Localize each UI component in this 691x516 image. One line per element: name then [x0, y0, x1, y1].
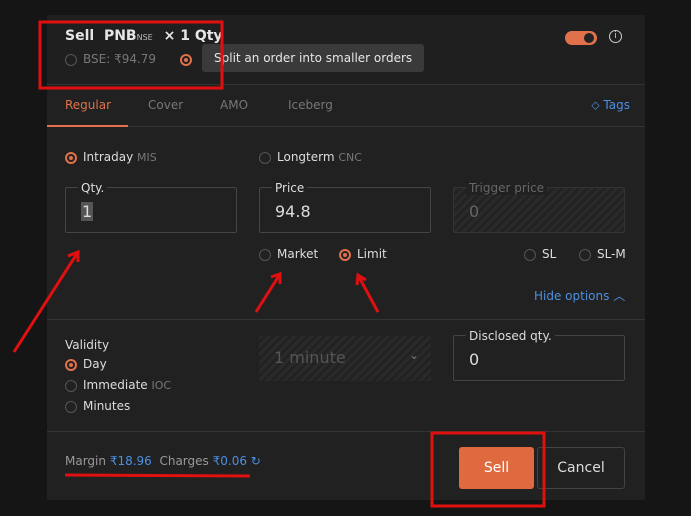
- radio-icon: [180, 53, 192, 66]
- tags-label: Tags: [603, 98, 630, 112]
- intraday-label: Intraday: [83, 150, 134, 164]
- tab-iceberg[interactable]: Iceberg: [288, 98, 333, 112]
- order-header: Sell PNBNSE × 1 Qty BSE: ₹94.79 Split an…: [47, 15, 645, 85]
- validity-minutes-radio[interactable]: Minutes: [65, 399, 130, 413]
- mis-label: MIS: [137, 151, 157, 164]
- action-label: Sell: [65, 28, 95, 44]
- charges-label: Charges: [159, 454, 209, 468]
- order-type-market-radio[interactable]: Market: [259, 247, 318, 261]
- margin-label: Margin: [65, 454, 106, 468]
- immediate-label: Immediate: [83, 378, 148, 392]
- bse-price: BSE: ₹94.79: [83, 52, 157, 66]
- disclosed-label: Disclosed qty.: [466, 329, 555, 343]
- symbol: PNB: [103, 28, 137, 44]
- longterm-label: Longterm: [277, 150, 335, 164]
- validity-label: Validity: [65, 338, 110, 352]
- radio-icon: [65, 400, 77, 413]
- margin-info: Margin ₹18.96 Charges ₹0.06 ↻: [65, 454, 261, 468]
- radio-icon: [524, 248, 536, 261]
- order-type-slm-radio[interactable]: SL-M: [579, 247, 626, 261]
- qty-label: Qty.: [78, 181, 108, 195]
- trigger-value: 0: [469, 202, 480, 221]
- minutes-select[interactable]: 1 minute ⌄: [259, 336, 431, 381]
- sell-button[interactable]: Sell: [459, 447, 534, 489]
- hide-options-label: Hide options: [534, 289, 610, 303]
- active-tab-indicator: [47, 125, 128, 127]
- sl-label: SL: [542, 247, 557, 261]
- price-label: Price: [272, 181, 308, 195]
- price-input[interactable]: Price 94.8: [259, 181, 431, 233]
- trigger-label: Trigger price: [466, 181, 548, 195]
- exchange-bse-radio[interactable]: BSE: ₹94.79: [65, 52, 156, 66]
- radio-icon: [65, 358, 77, 371]
- market-label: Market: [277, 247, 319, 261]
- refresh-icon[interactable]: ↻: [251, 454, 261, 468]
- limit-label: Limit: [357, 247, 387, 261]
- info-icon[interactable]: i: [609, 30, 622, 43]
- disclosed-value: 0: [469, 350, 480, 369]
- validity-immediate-radio[interactable]: Immediate IOC: [65, 378, 171, 392]
- tab-regular[interactable]: Regular: [65, 98, 111, 112]
- order-type-sl-radio[interactable]: SL: [524, 247, 556, 261]
- minutes-select-value: 1 minute: [274, 348, 346, 367]
- radio-icon: [65, 379, 77, 392]
- order-title: Sell PNBNSE × 1 Qty: [65, 28, 223, 44]
- radio-icon: [65, 151, 77, 164]
- qty-value: 1: [81, 202, 94, 221]
- validity-day-radio[interactable]: Day: [65, 357, 107, 371]
- exchange-tag: NSE: [136, 33, 153, 42]
- trigger-price-input[interactable]: Trigger price 0: [453, 181, 625, 233]
- cnc-label: CNC: [338, 151, 362, 164]
- charges-value[interactable]: ₹0.06: [213, 454, 247, 468]
- order-window: Sell PNBNSE × 1 Qty BSE: ₹94.79 Split an…: [47, 15, 645, 500]
- hide-options-link[interactable]: Hide options ︿: [534, 287, 625, 304]
- qty-input[interactable]: Qty. 1: [65, 181, 237, 233]
- radio-icon: [339, 248, 351, 261]
- product-longterm-radio[interactable]: Longterm CNC: [259, 150, 362, 164]
- order-type-limit-radio[interactable]: Limit: [339, 247, 387, 261]
- radio-icon: [259, 248, 271, 261]
- radio-icon: [259, 151, 271, 164]
- chevron-up-icon: ︿: [613, 289, 626, 303]
- cancel-button[interactable]: Cancel: [537, 447, 625, 489]
- chevron-down-icon: ⌄: [408, 348, 419, 362]
- ioc-label: IOC: [151, 379, 172, 392]
- tab-cover[interactable]: Cover: [148, 98, 183, 112]
- radio-icon: [65, 53, 77, 66]
- product-intraday-radio[interactable]: Intraday MIS: [65, 150, 157, 164]
- disclosed-qty-input[interactable]: Disclosed qty. 0: [453, 329, 625, 381]
- exchange-nse-radio[interactable]: [180, 52, 198, 66]
- buy-sell-toggle[interactable]: [565, 31, 597, 45]
- tab-amo[interactable]: AMO: [220, 98, 248, 112]
- tag-icon: ⬦: [591, 98, 600, 112]
- divider: [47, 319, 645, 320]
- tooltip: Split an order into smaller orders: [202, 44, 425, 72]
- radio-icon: [579, 248, 591, 261]
- qty-summary: × 1 Qty: [163, 28, 223, 44]
- minutes-label: Minutes: [83, 399, 131, 413]
- price-value: 94.8: [275, 202, 311, 221]
- day-label: Day: [83, 357, 107, 371]
- margin-value[interactable]: ₹18.96: [110, 454, 152, 468]
- order-tabs: Regular Cover AMO Iceberg ⬦ Tags: [47, 85, 645, 127]
- tags-link[interactable]: ⬦ Tags: [591, 98, 630, 113]
- slm-label: SL-M: [597, 247, 626, 261]
- divider: [47, 431, 645, 432]
